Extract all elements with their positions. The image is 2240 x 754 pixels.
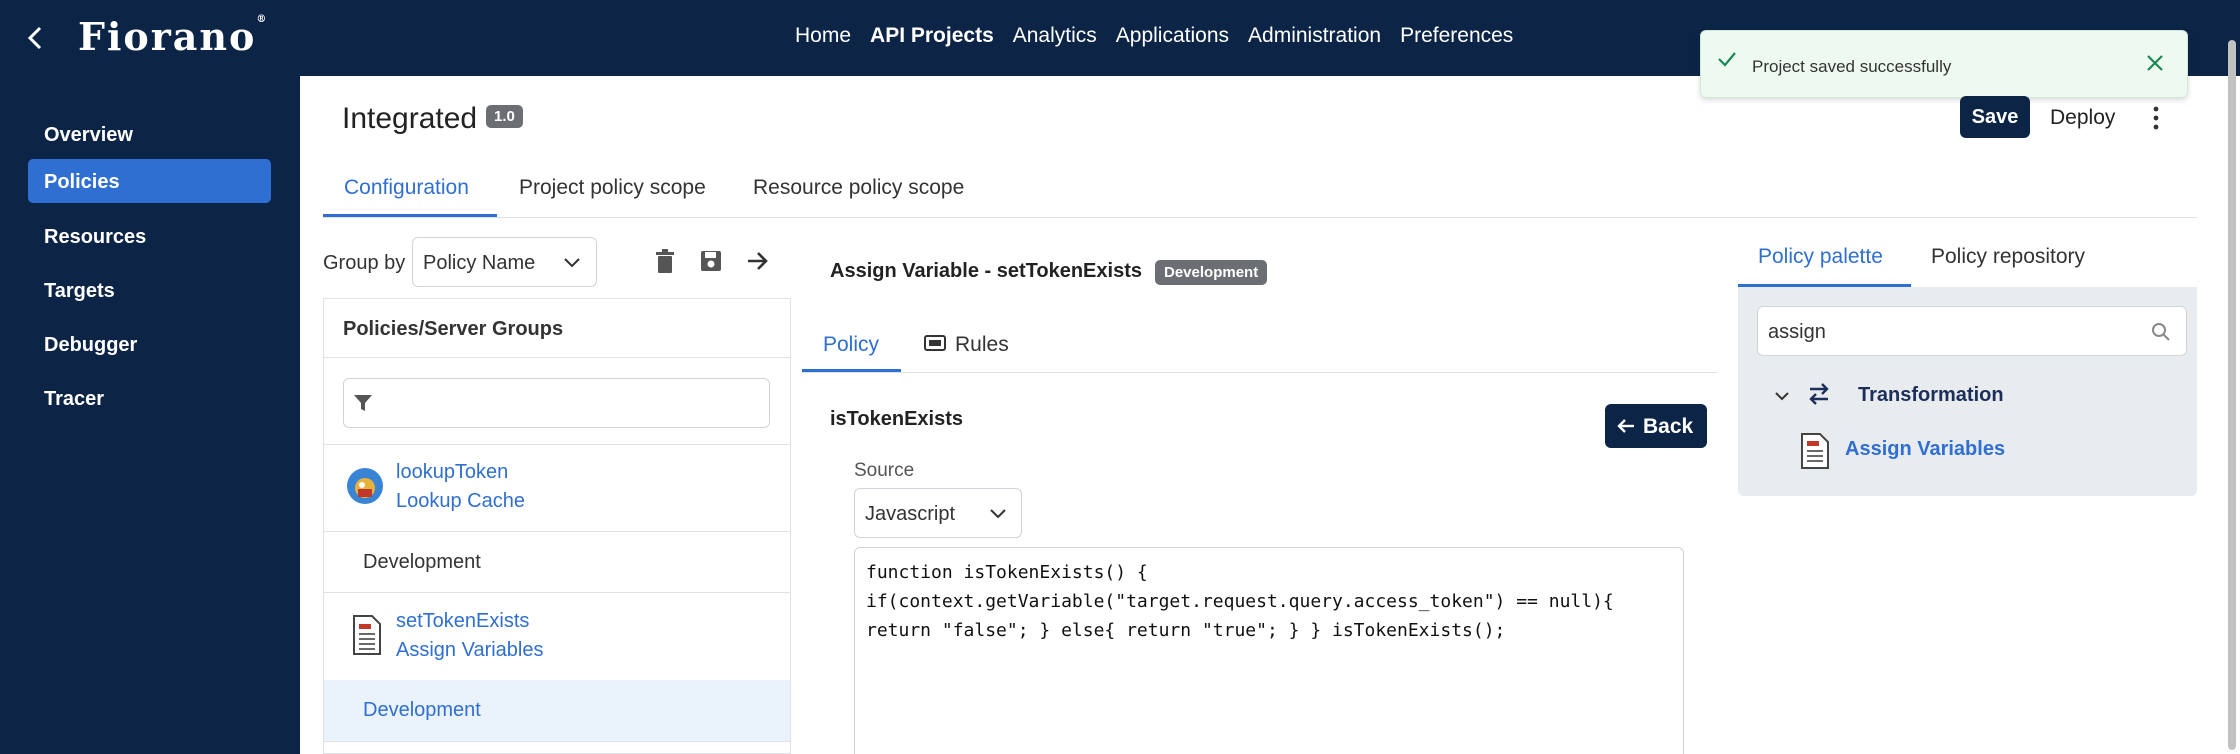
subtab-policy[interactable]: Policy (823, 333, 879, 357)
tab-configuration[interactable]: Configuration (344, 176, 469, 200)
nav-home[interactable]: Home (795, 24, 851, 48)
group-by-label: Group by (323, 252, 406, 274)
page-title: Integrated (342, 102, 478, 135)
policy-type-assign-variables[interactable]: Assign Variables (396, 639, 543, 662)
more-options-icon[interactable] (2150, 104, 2162, 132)
environment-badge: Development (1155, 260, 1268, 285)
source-label: Source (854, 460, 915, 481)
nav-administration[interactable]: Administration (1248, 24, 1381, 48)
chevron-down-icon (990, 509, 1006, 519)
trash-icon[interactable] (654, 249, 676, 275)
policy-env-development[interactable]: Development (363, 551, 481, 574)
active-subtab-indicator (802, 369, 901, 372)
search-icon[interactable] (2151, 322, 2171, 342)
assign-variables-icon (1801, 433, 1829, 469)
palette-group-transformation[interactable]: Transformation (1858, 384, 2004, 407)
back-label: Back (1643, 415, 1694, 438)
lookup-cache-icon (347, 468, 383, 504)
scrollbar[interactable] (2228, 40, 2236, 750)
function-name: isTokenExists (830, 408, 964, 430)
divider (324, 592, 790, 593)
assign-variables-icon (353, 615, 381, 655)
policy-panel-title: Policies/Server Groups (343, 318, 564, 340)
palette-search-value: assign (1768, 321, 1826, 343)
chevron-down-icon[interactable] (1772, 386, 1792, 406)
check-icon (1718, 52, 1736, 67)
arrow-right-icon[interactable] (746, 250, 770, 272)
code-line-2: if(context.getVariable("target.request.q… (866, 591, 1614, 612)
chevron-down-icon (564, 258, 580, 268)
divider (324, 444, 790, 445)
version-badge: 1.0 (486, 105, 523, 128)
group-by-value: Policy Name (423, 252, 536, 274)
tabs-divider (323, 217, 2197, 218)
policy-filter-input[interactable] (343, 378, 770, 428)
code-line-3: return "false"; } else{ return "true"; }… (866, 620, 1506, 641)
sidebar-item-overview[interactable]: Overview (28, 112, 271, 156)
tab-resource-policy-scope[interactable]: Resource policy scope (753, 176, 964, 200)
fiorano-logo: Fiorano® (78, 14, 269, 59)
rules-icon (924, 335, 946, 351)
policy-name-settokenexists[interactable]: setTokenExists (396, 610, 529, 633)
source-select[interactable]: Javascript (854, 488, 1022, 538)
policy-env-development-selected[interactable]: Development (363, 699, 481, 722)
subtab-rules[interactable]: Rules (955, 333, 1009, 357)
code-line-1: function isTokenExists() { (866, 562, 1148, 583)
palette-item-assign-variables[interactable]: Assign Variables (1845, 438, 2005, 461)
palette-search-input[interactable]: assign (1757, 306, 2187, 356)
policy-editor-title: Assign Variable - setTokenExists (830, 260, 1142, 282)
sidebar-item-resources[interactable]: Resources (28, 214, 271, 258)
save-disk-icon[interactable] (700, 250, 722, 272)
deploy-button[interactable]: Deploy (2050, 106, 2115, 130)
tab-project-policy-scope[interactable]: Project policy scope (519, 176, 706, 200)
policy-type-lookup-cache[interactable]: Lookup Cache (396, 490, 525, 513)
toast-message: Project saved successfully (1752, 57, 1952, 76)
sidebar-item-tracer[interactable]: Tracer (28, 376, 271, 420)
policy-name-lookuptoken[interactable]: lookupToken (396, 461, 508, 484)
divider (324, 741, 790, 742)
divider (324, 531, 790, 532)
sidebar: Overview Policies Resources Targets Debu… (0, 76, 300, 754)
arrow-left-icon (1617, 419, 1634, 433)
divider (324, 357, 790, 358)
nav-preferences[interactable]: Preferences (1400, 24, 1513, 48)
source-value: Javascript (865, 503, 956, 525)
save-button[interactable]: Save (1960, 96, 2030, 138)
sidebar-item-debugger[interactable]: Debugger (28, 322, 271, 366)
chevron-left-icon[interactable] (16, 18, 56, 58)
nav-applications[interactable]: Applications (1116, 24, 1229, 48)
subtabs-divider (802, 372, 1717, 373)
nav-analytics[interactable]: Analytics (1013, 24, 1097, 48)
active-tab-indicator (323, 214, 497, 217)
top-nav: Home API Projects Analytics Applications… (795, 24, 1513, 48)
tab-policy-repository[interactable]: Policy repository (1931, 245, 2085, 269)
nav-api-projects[interactable]: API Projects (870, 24, 994, 48)
group-by-select[interactable]: Policy Name (412, 237, 597, 287)
tab-policy-palette[interactable]: Policy palette (1758, 245, 1883, 269)
filter-icon (354, 395, 372, 411)
sidebar-item-policies[interactable]: Policies (28, 159, 271, 203)
swap-arrows-icon (1809, 383, 1829, 405)
back-button[interactable]: Back (1605, 404, 1707, 448)
sidebar-item-targets[interactable]: Targets (28, 268, 271, 312)
close-icon[interactable] (2144, 52, 2166, 74)
